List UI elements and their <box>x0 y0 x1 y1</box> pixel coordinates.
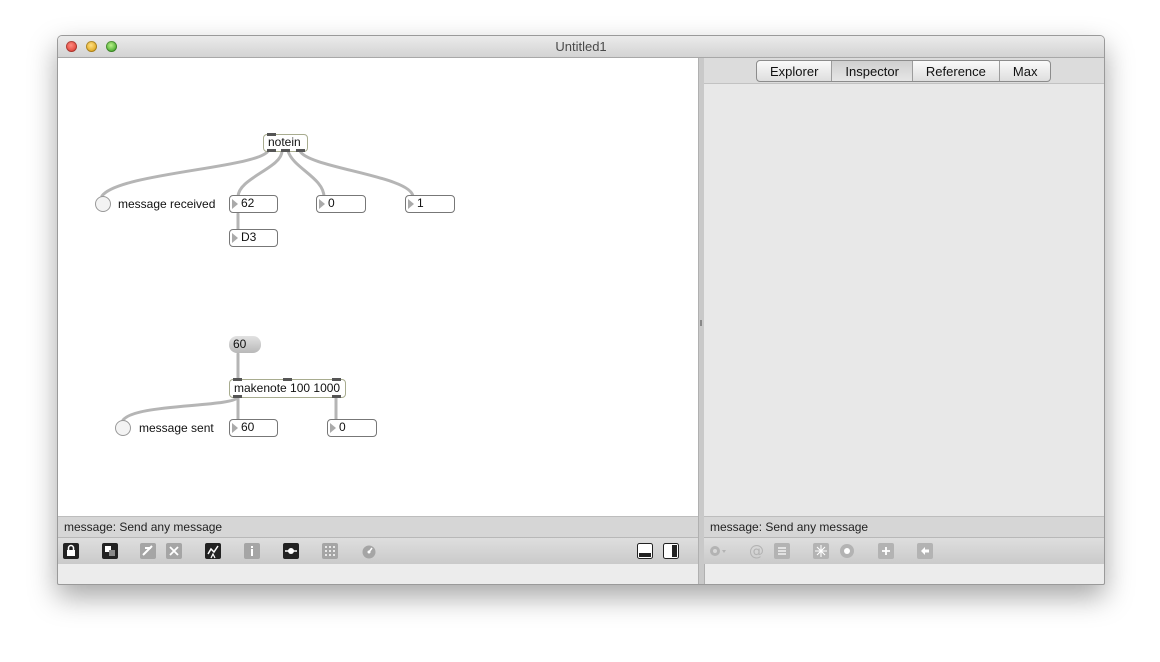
channel-number-box[interactable]: 1 <box>405 195 455 213</box>
message-sent-led[interactable] <box>115 420 131 436</box>
number-arrow-icon <box>232 199 238 209</box>
velocity-number-box[interactable]: 0 <box>316 195 366 213</box>
cord-notein-to-pitch <box>236 149 284 199</box>
connect-icon[interactable] <box>282 542 300 560</box>
notein-inlet[interactable] <box>267 133 276 136</box>
notein-outlet-2[interactable] <box>281 149 290 152</box>
freeze-icon[interactable] <box>812 542 830 560</box>
cord-notein-to-channel <box>298 149 415 199</box>
window-title: Untitled1 <box>555 39 607 54</box>
message-received-label: message received <box>118 197 216 211</box>
makenote-inlet-2[interactable] <box>283 378 292 381</box>
makenote-velocity-number-box[interactable]: 0 <box>327 419 377 437</box>
pitch-value: 62 <box>241 196 255 210</box>
action-menu-icon[interactable] <box>708 542 726 560</box>
list-icon[interactable] <box>773 542 791 560</box>
number-arrow-icon <box>319 199 325 209</box>
makenote-outlet-1[interactable] <box>233 395 242 398</box>
back-icon[interactable] <box>916 542 934 560</box>
makenote-pitch-value: 60 <box>241 420 255 434</box>
makenote-inlet-3[interactable] <box>332 378 341 381</box>
grid-icon[interactable] <box>321 542 339 560</box>
tab-max[interactable]: Max <box>1000 61 1051 81</box>
add-icon[interactable] <box>877 542 895 560</box>
velocity-value: 0 <box>328 196 335 210</box>
patcher-status-bar: message: Send any message <box>58 516 698 537</box>
makenote-outlet-2[interactable] <box>332 395 341 398</box>
tab-inspector[interactable]: Inspector <box>832 61 913 81</box>
svg-text:@: @ <box>749 543 764 559</box>
sidebar-tab-bar: Explorer Inspector Reference Max <box>756 60 1052 82</box>
title-bar[interactable]: Untitled1 <box>58 36 1104 58</box>
sidebar-status-bar: message: Send any message <box>704 516 1104 537</box>
message-box-60[interactable]: 60 <box>229 336 261 353</box>
makenote-pitch-number-box[interactable]: 60 <box>229 419 278 437</box>
sidebar-tabs: Explorer Inspector Reference Max <box>704 58 1104 84</box>
patcher-canvas[interactable]: notein message received 62 0 1 D3 60 mak… <box>58 58 698 516</box>
tab-reference[interactable]: Reference <box>913 61 1000 81</box>
attribute-icon[interactable]: @ <box>747 542 765 560</box>
notein-outlet-1[interactable] <box>267 149 276 152</box>
patcher-view-icon[interactable] <box>636 542 654 560</box>
cord-notein-to-received-led <box>100 149 270 198</box>
sidebar-toolbar: @ <box>704 537 1104 564</box>
cord-makenote-to-sent-led <box>120 395 240 424</box>
settings-icon[interactable] <box>838 542 856 560</box>
patcher-window: Untitled1 notein message received 62 0 1… <box>57 35 1105 585</box>
tab-explorer[interactable]: Explorer <box>757 61 833 81</box>
message-received-led[interactable] <box>95 196 111 212</box>
patch-cords <box>100 149 415 424</box>
number-arrow-icon <box>330 423 336 433</box>
debug-icon[interactable] <box>204 542 222 560</box>
makenote-inlet-1[interactable] <box>233 378 242 381</box>
message-sent-label: message sent <box>139 421 214 435</box>
note-name-value: D3 <box>241 230 257 244</box>
patcher-toolbar <box>58 537 698 564</box>
sidebar: Explorer Inspector Reference Max <box>704 58 1104 516</box>
channel-value: 1 <box>417 196 424 210</box>
pitch-number-box[interactable]: 62 <box>229 195 278 213</box>
audio-icon[interactable] <box>360 542 378 560</box>
splitter-grip-icon <box>700 320 702 326</box>
delete-icon[interactable] <box>165 542 183 560</box>
presentation-icon[interactable] <box>101 542 119 560</box>
number-arrow-icon <box>232 423 238 433</box>
message-box-text: 60 <box>233 337 247 351</box>
notein-object-label: notein <box>268 135 301 149</box>
note-name-number-box[interactable]: D3 <box>229 229 278 247</box>
makenote-velocity-value: 0 <box>339 420 346 434</box>
lock-icon[interactable] <box>62 542 80 560</box>
number-arrow-icon <box>408 199 414 209</box>
makenote-object[interactable]: makenote 100 1000 <box>229 379 346 398</box>
number-arrow-icon <box>232 233 238 243</box>
object-palette-icon[interactable] <box>139 542 157 560</box>
notein-outlet-3[interactable] <box>296 149 305 152</box>
info-icon[interactable] <box>243 542 261 560</box>
split-view-icon[interactable] <box>662 542 680 560</box>
makenote-object-label: makenote 100 1000 <box>234 381 341 395</box>
